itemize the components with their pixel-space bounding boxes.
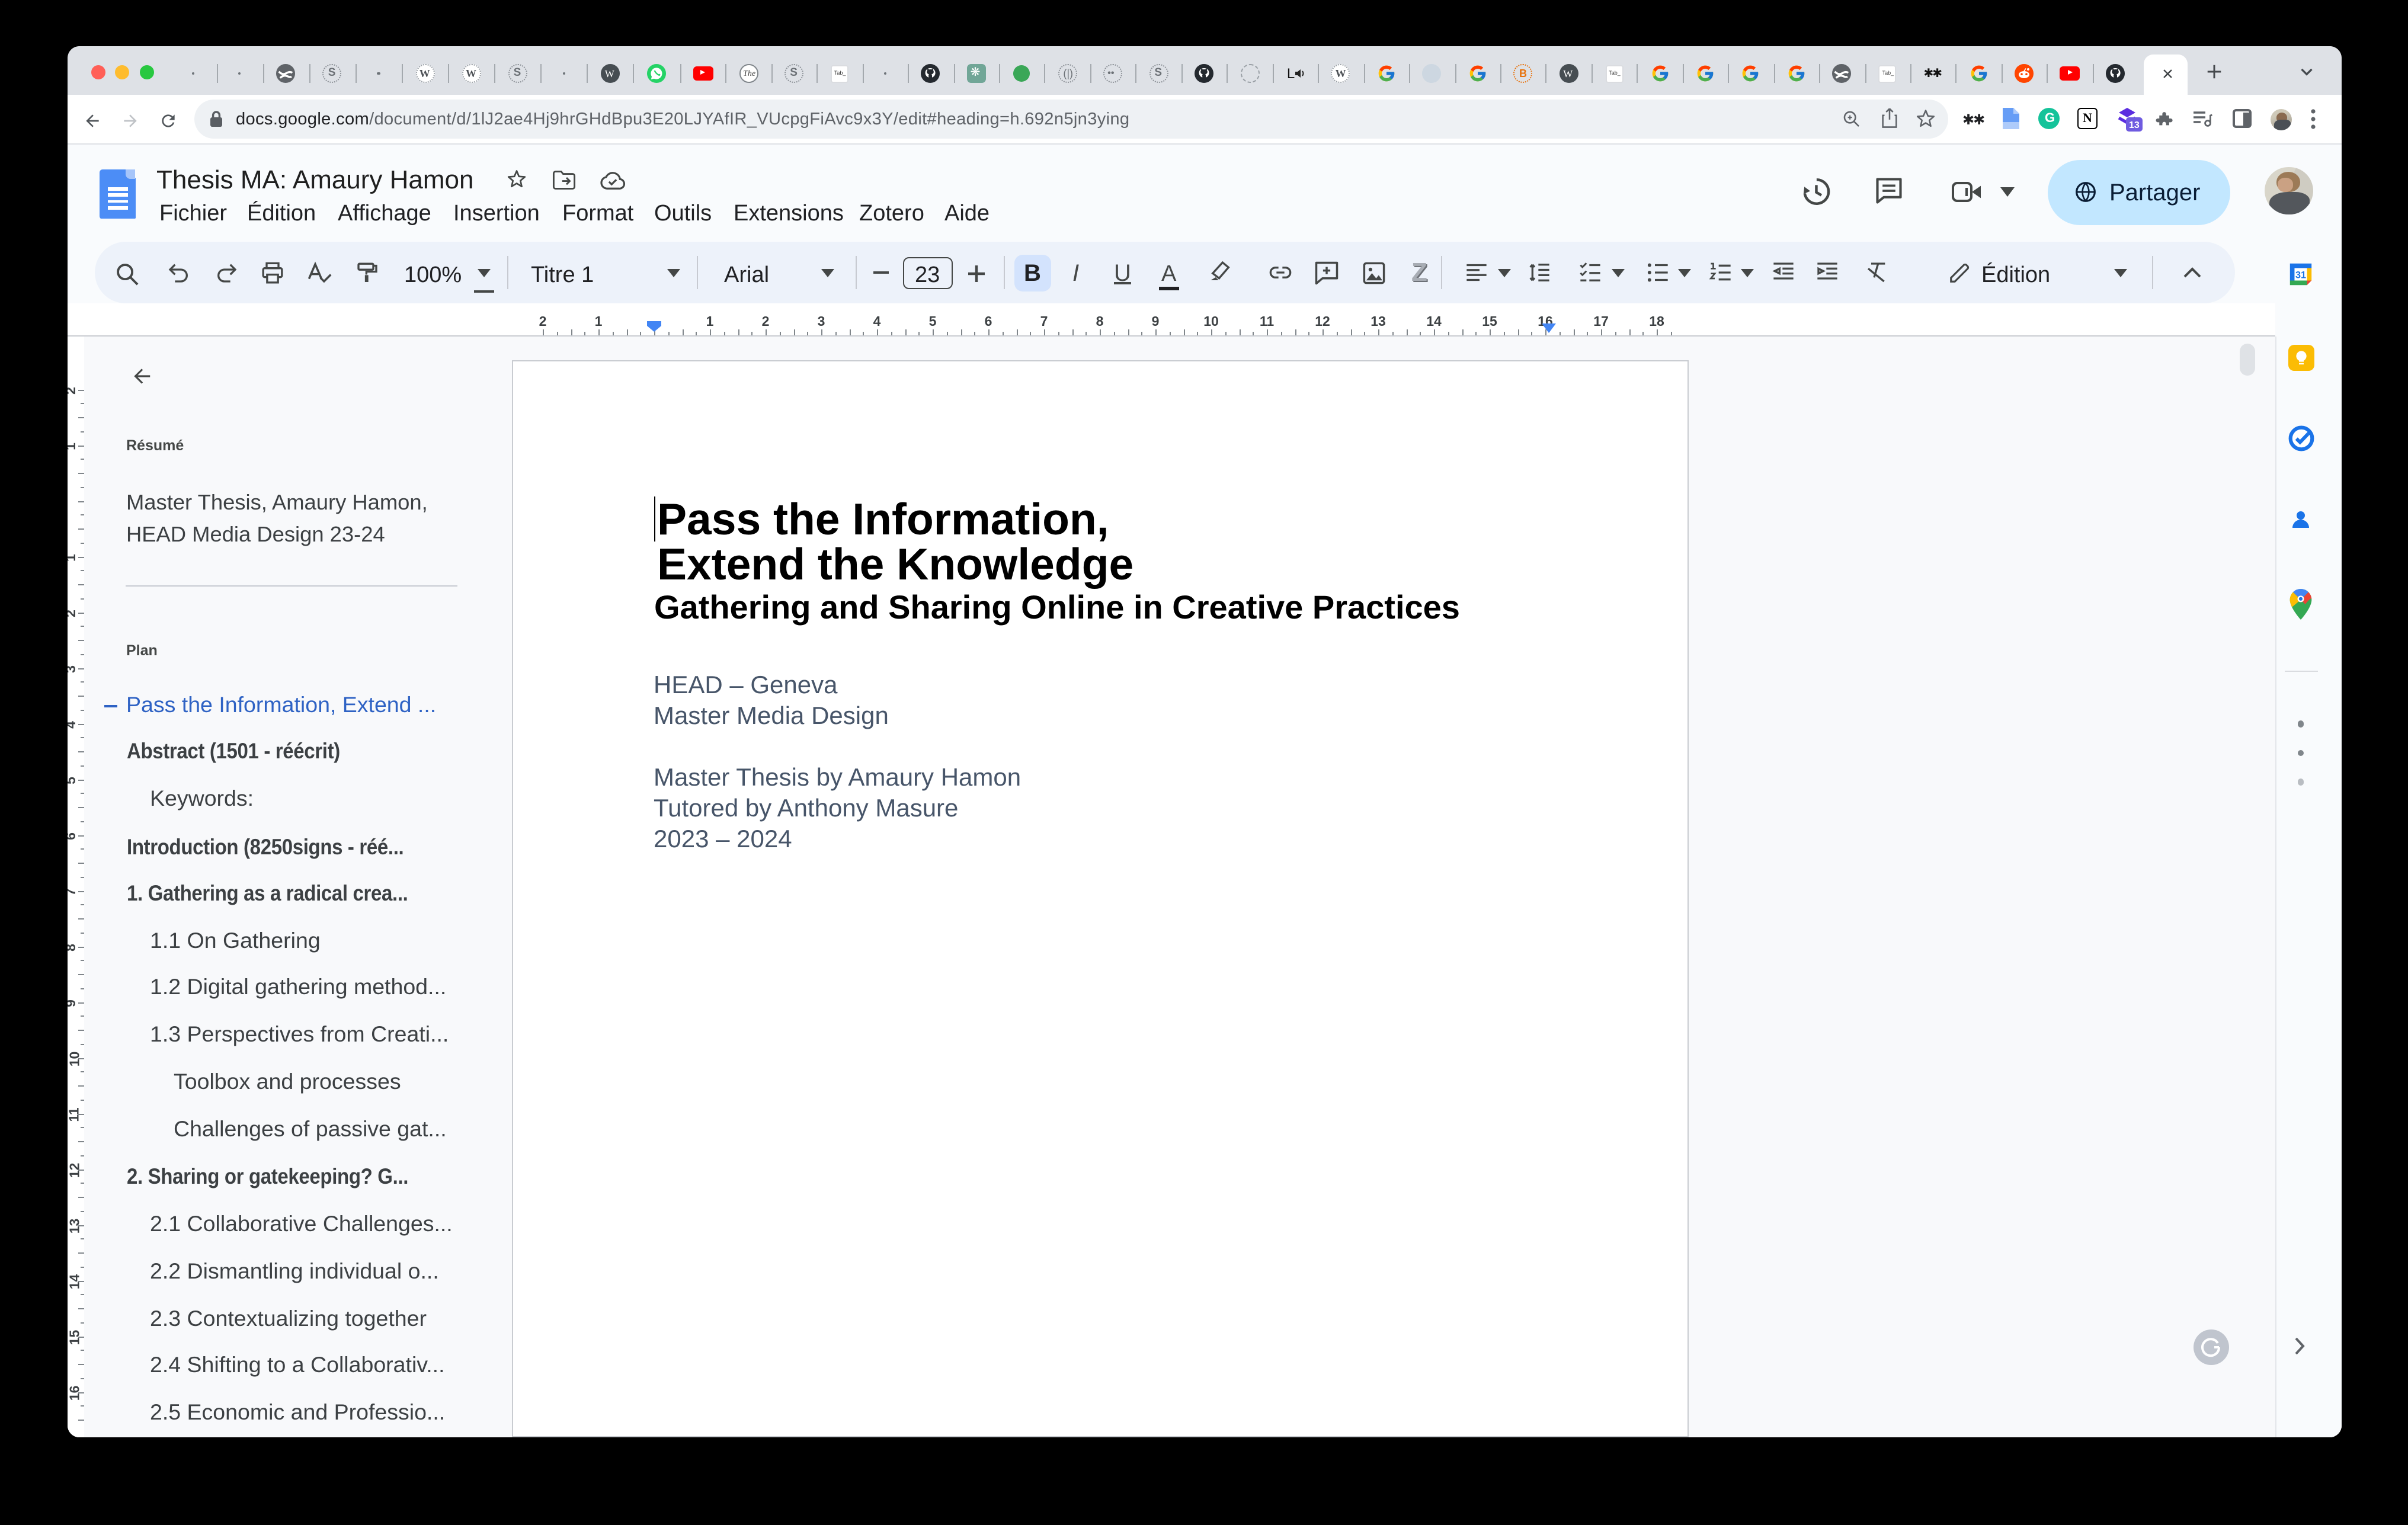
svg-text:31: 31: [2295, 270, 2306, 281]
